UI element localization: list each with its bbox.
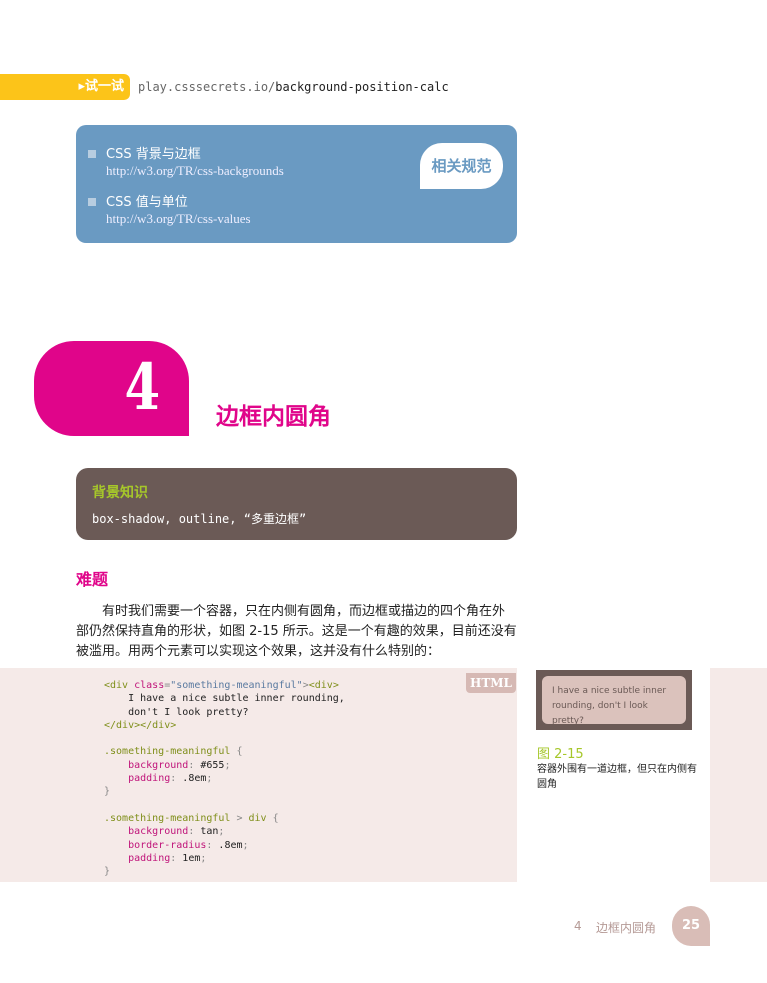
code-token: ; <box>224 759 231 771</box>
code-token: : <box>170 852 183 864</box>
spec-title: CSS 值与单位 <box>106 195 188 210</box>
spec-link[interactable]: http://w3.org/TR/css-backgrounds <box>106 163 284 179</box>
footer-title: 边框内圆角 <box>596 921 657 935</box>
related-specs-box: CSS 背景与边框 http://w3.org/TR/css-backgroun… <box>76 125 517 243</box>
code-token: ; <box>206 773 213 785</box>
problem-heading: 难题 <box>76 570 109 589</box>
problem-paragraph: 有时我们需要一个容器，只在内侧有圆角，而边框或描边的四个角在外部仍然保持直角的形… <box>76 604 517 659</box>
code-language-tag: HTML <box>466 673 516 693</box>
code-token: div <box>248 812 273 824</box>
code-token: : <box>170 773 183 785</box>
code-token: .8em <box>182 773 207 785</box>
background-title: 背景知识 <box>92 485 148 501</box>
specs-tag: 相关规范 <box>420 143 503 189</box>
code-token: padding <box>128 773 171 785</box>
code-line: padding: .8em; <box>104 772 345 785</box>
footer-chapter: 4 <box>574 919 582 933</box>
code-token: } <box>104 866 111 878</box>
code-token: : <box>188 826 201 838</box>
code-line: .something-meaningful > div { <box>104 812 345 825</box>
code-token: #655 <box>200 759 225 771</box>
code-token: ; <box>218 826 225 838</box>
code-token: tan <box>200 826 219 838</box>
code-line: I have a nice subtle inner rounding, <box>104 692 345 705</box>
bullet-icon <box>88 150 96 158</box>
code-line: padding: 1em; <box>104 852 345 865</box>
try-it-link[interactable]: play.csssecrets.io/background-position-c… <box>138 80 449 94</box>
spec-item: CSS 值与单位 <box>88 191 188 210</box>
spec-title: CSS 背景与边框 <box>106 147 201 162</box>
code-line: background: #655; <box>104 759 345 772</box>
code-token: </div></div> <box>104 719 177 731</box>
code-token: : <box>206 839 219 851</box>
code-line: } <box>104 785 345 798</box>
background-knowledge-box: 背景知识 box-shadow, outline, “多重边框” <box>76 468 517 540</box>
code-content: <div class="something-meaningful"><div> … <box>104 679 345 878</box>
try-it-label: ▸试一试 <box>0 74 130 100</box>
code-token: > <box>236 812 249 824</box>
code-line: background: tan; <box>104 825 345 838</box>
code-line: <div class="something-meaningful"><div> <box>104 679 345 692</box>
code-line: border-radius: .8em; <box>104 839 345 852</box>
url-prefix: play.csssecrets.io/ <box>138 80 276 94</box>
code-line: .something-meaningful { <box>104 745 345 758</box>
code-token: .8em <box>218 839 243 851</box>
chapter-badge <box>34 341 189 436</box>
code-token: <div> <box>308 680 339 691</box>
code-token: .something-meaningful <box>104 746 237 758</box>
code-token: : <box>188 759 201 771</box>
code-line: } <box>104 865 345 878</box>
code-line: don't I look pretty? <box>104 706 345 719</box>
code-token: ; <box>200 852 207 864</box>
url-path: background-position-calc <box>275 80 449 94</box>
spec-link[interactable]: http://w3.org/TR/css-values <box>106 211 251 227</box>
spec-item: CSS 背景与边框 <box>88 143 201 162</box>
side-strip <box>710 668 767 882</box>
code-token: 1em <box>182 852 201 864</box>
code-token: class <box>134 680 165 691</box>
code-token: { <box>272 812 279 824</box>
figure-number: 图 2-15 <box>537 747 584 762</box>
code-token: I have a nice subtle inner rounding, <box>104 693 345 705</box>
figure-caption: 容器外围有一道边框，但只在内侧有圆角 <box>537 764 697 790</box>
code-token: background <box>128 826 189 838</box>
code-line: </div></div> <box>104 719 345 732</box>
code-token: don't I look pretty? <box>104 706 249 718</box>
code-token: { <box>236 746 243 758</box>
code-token: padding <box>128 852 171 864</box>
chapter-number: 4 <box>124 350 161 425</box>
code-token: "something-meaningful" <box>170 680 303 691</box>
background-text: box-shadow, outline, “多重边框” <box>92 512 307 526</box>
code-token: } <box>104 786 111 798</box>
code-token: <div <box>104 680 135 691</box>
figure-image: I have a nice subtle inner rounding, don… <box>536 670 692 730</box>
figure-demo-text: I have a nice subtle inner rounding, don… <box>542 676 686 726</box>
chapter-title: 边框内圆角 <box>216 404 331 430</box>
page-number: 25 <box>672 906 710 946</box>
bullet-icon <box>88 198 96 206</box>
code-token: .something-meaningful <box>104 812 237 824</box>
code-token: border-radius <box>128 839 207 851</box>
code-token: ; <box>242 839 249 851</box>
code-token: background <box>128 759 189 771</box>
